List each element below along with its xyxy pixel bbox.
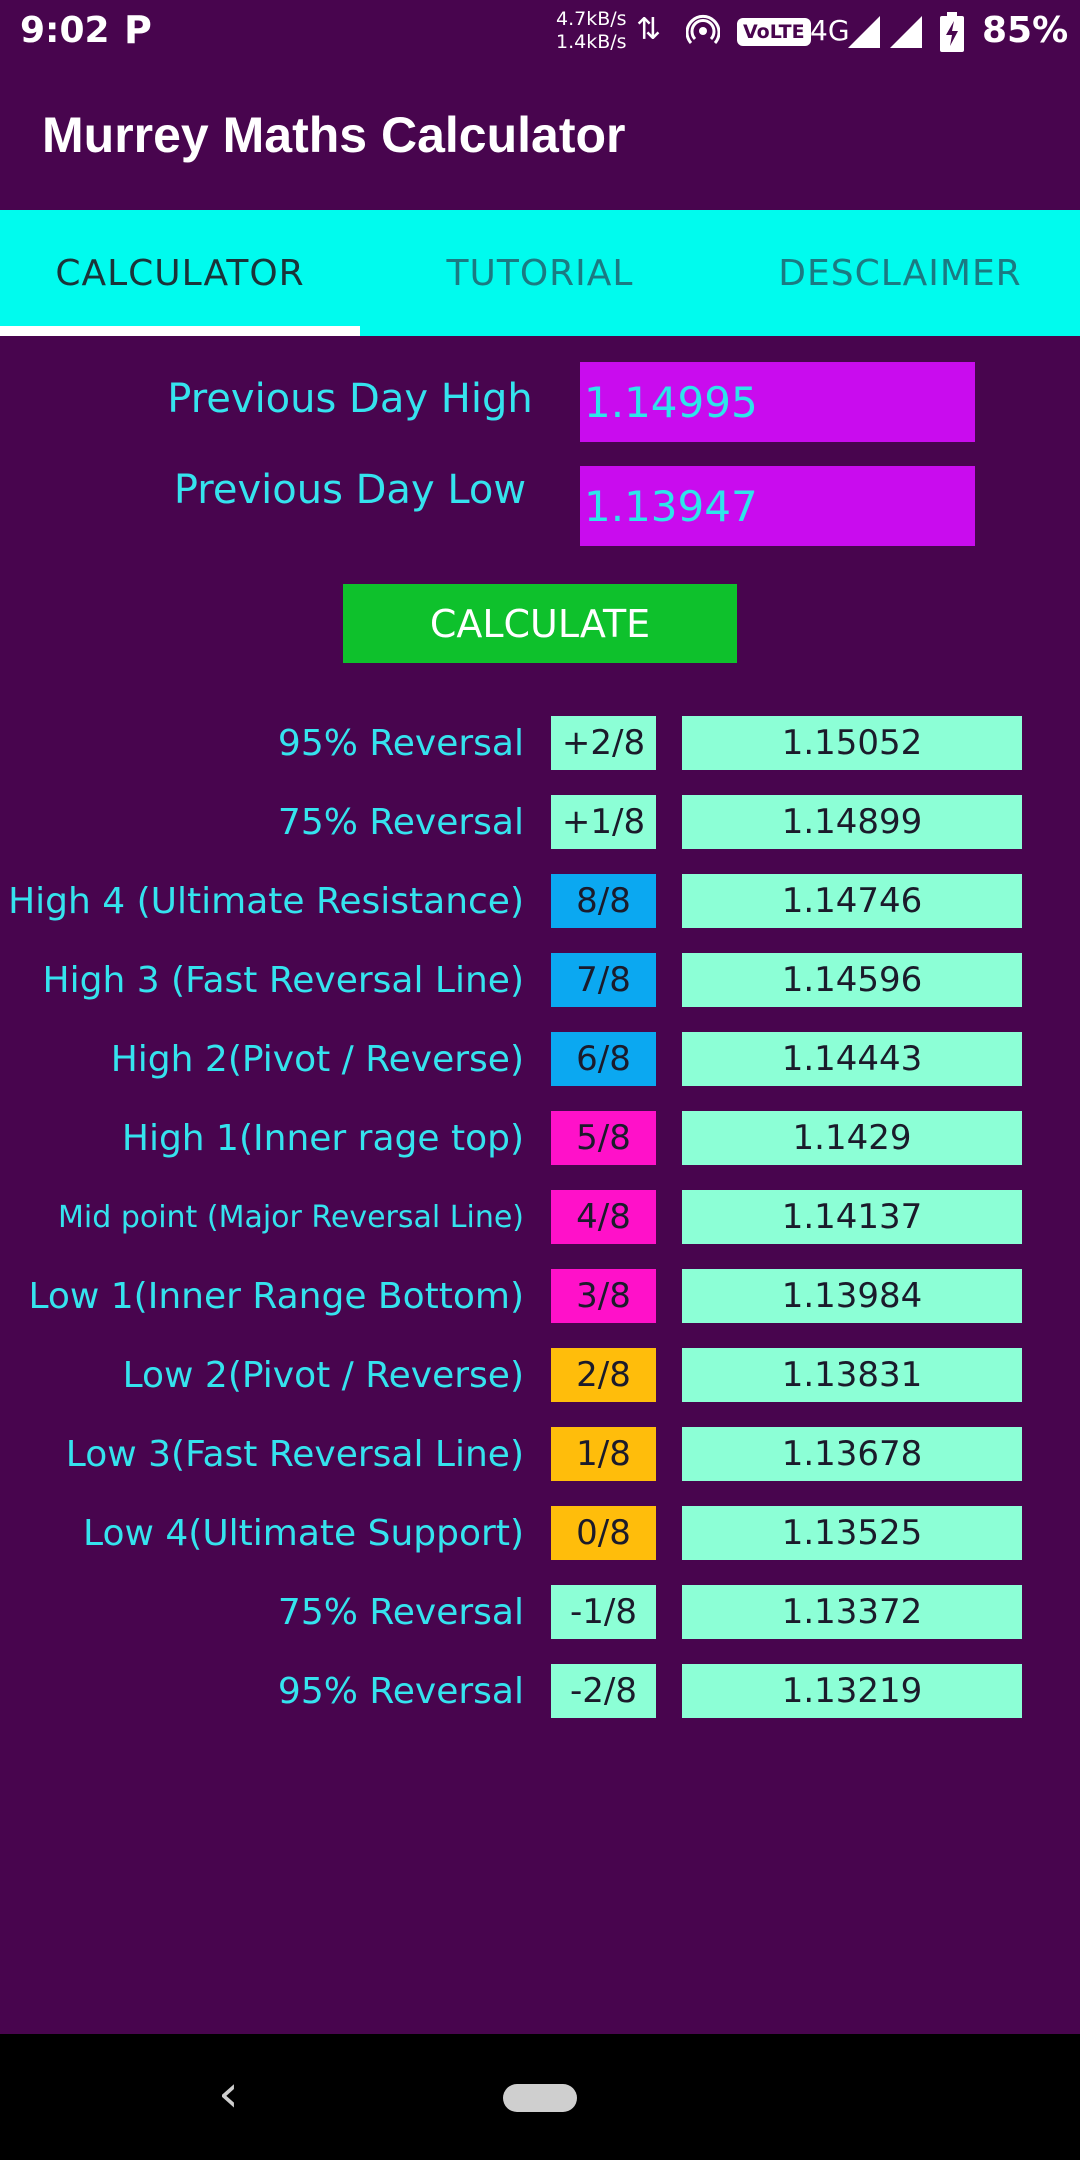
- tab-tutorial[interactable]: TUTORIAL: [360, 210, 720, 336]
- result-row: 75% Reversal +1/8 1.14899: [0, 795, 1080, 851]
- result-fraction-badge: 1/8: [551, 1427, 656, 1481]
- result-label: 75% Reversal: [277, 802, 524, 843]
- speed-up: 4.7kB/s: [556, 8, 627, 30]
- calculate-button[interactable]: CALCULATE: [343, 584, 737, 663]
- result-row: Low 3(Fast Reversal Line) 1/8 1.13678: [0, 1427, 1080, 1483]
- result-label: High 1(Inner rage top): [121, 1118, 524, 1159]
- result-label: 95% Reversal: [277, 723, 524, 764]
- result-value: 1.13678: [682, 1427, 1022, 1481]
- result-label: 75% Reversal: [277, 1592, 524, 1633]
- hotspot-icon: [686, 14, 720, 44]
- result-fraction-badge: 3/8: [551, 1269, 656, 1323]
- result-fraction-badge: -2/8: [551, 1664, 656, 1718]
- result-value: 1.14899: [682, 795, 1022, 849]
- navigation-bar: ‹: [0, 2034, 1080, 2160]
- result-label: Low 1(Inner Range Bottom): [28, 1276, 524, 1317]
- network-speed: 4.7kB/s 1.4kB/s: [556, 8, 627, 54]
- result-fraction-badge: 2/8: [551, 1348, 656, 1402]
- result-row: High 1(Inner rage top) 5/8 1.1429: [0, 1111, 1080, 1167]
- result-value: 1.14137: [682, 1190, 1022, 1244]
- result-label: Low 2(Pivot / Reverse): [122, 1355, 524, 1396]
- tab-disclaimer[interactable]: DESCLAIMER: [720, 210, 1080, 336]
- result-row: High 4 (Ultimate Resistance) 8/8 1.14746: [0, 874, 1080, 930]
- result-label: Low 3(Fast Reversal Line): [65, 1434, 524, 1475]
- result-row: High 3 (Fast Reversal Line) 7/8 1.14596: [0, 953, 1080, 1009]
- home-pill-icon[interactable]: [503, 2084, 577, 2112]
- active-tab-indicator: [0, 326, 360, 336]
- back-icon[interactable]: ‹: [218, 2064, 239, 2124]
- result-value: 1.14443: [682, 1032, 1022, 1086]
- result-fraction-badge: -1/8: [551, 1585, 656, 1639]
- result-row: High 2(Pivot / Reverse) 6/8 1.14443: [0, 1032, 1080, 1088]
- data-transfer-icon: ⇅: [636, 12, 662, 47]
- previous-day-high-input[interactable]: [580, 362, 975, 442]
- result-value: 1.13372: [682, 1585, 1022, 1639]
- volte-badge: VoLTE: [737, 18, 811, 46]
- result-fraction-badge: 0/8: [551, 1506, 656, 1560]
- signal-icon: [848, 16, 880, 48]
- result-label: High 4 (Ultimate Resistance): [8, 881, 524, 922]
- previous-day-low-input[interactable]: [580, 466, 975, 546]
- result-label: High 3 (Fast Reversal Line): [42, 960, 524, 1001]
- battery-charging-icon: [940, 12, 964, 52]
- app-title: Murrey Maths Calculator: [42, 107, 626, 163]
- battery-percent: 85%: [982, 10, 1069, 51]
- previous-day-low-label: Previous Day Low: [173, 467, 527, 513]
- signal-icon: [890, 16, 922, 48]
- result-row: 95% Reversal +2/8 1.15052: [0, 716, 1080, 772]
- result-value: 1.14746: [682, 874, 1022, 928]
- result-fraction-badge: +2/8: [551, 716, 656, 770]
- result-value: 1.15052: [682, 716, 1022, 770]
- result-fraction-badge: 5/8: [551, 1111, 656, 1165]
- tab-calculator[interactable]: CALCULATOR: [0, 210, 360, 336]
- tab-bar: CALCULATOR TUTORIAL DESCLAIMER: [0, 210, 1080, 336]
- result-label: High 2(Pivot / Reverse): [110, 1039, 524, 1080]
- result-row: Mid point (Major Reversal Line) 4/8 1.1413…: [0, 1190, 1080, 1246]
- result-value: 1.13831: [682, 1348, 1022, 1402]
- previous-day-high-label: Previous Day High: [167, 376, 533, 422]
- app-bar: Murrey Maths Calculator: [0, 66, 1080, 210]
- result-label: Mid point (Major Reversal Line): [58, 1200, 524, 1235]
- result-row: Low 2(Pivot / Reverse) 2/8 1.13831: [0, 1348, 1080, 1404]
- result-fraction-badge: 6/8: [551, 1032, 656, 1086]
- result-row: Low 4(Ultimate Support) 0/8 1.13525: [0, 1506, 1080, 1562]
- network-type: 4G: [810, 14, 850, 47]
- result-value: 1.13219: [682, 1664, 1022, 1718]
- result-fraction-badge: 4/8: [551, 1190, 656, 1244]
- result-fraction-badge: 8/8: [551, 874, 656, 928]
- speed-down: 1.4kB/s: [556, 31, 627, 53]
- result-fraction-badge: 7/8: [551, 953, 656, 1007]
- status-bar: 9:02 P 4.7kB/s 1.4kB/s ⇅ VoLTE 4G 85%: [0, 0, 1080, 66]
- notification-p-icon: P: [124, 8, 152, 52]
- result-row: 75% Reversal -1/8 1.13372: [0, 1585, 1080, 1641]
- result-value: 1.13984: [682, 1269, 1022, 1323]
- result-row: Low 1(Inner Range Bottom) 3/8 1.13984: [0, 1269, 1080, 1325]
- result-label: Low 4(Ultimate Support): [83, 1513, 524, 1554]
- result-value: 1.13525: [682, 1506, 1022, 1560]
- result-row: 95% Reversal -2/8 1.13219: [0, 1664, 1080, 1720]
- result-label: 95% Reversal: [277, 1671, 524, 1712]
- status-time: 9:02: [20, 10, 110, 51]
- result-value: 1.14596: [682, 953, 1022, 1007]
- result-value: 1.1429: [682, 1111, 1022, 1165]
- result-fraction-badge: +1/8: [551, 795, 656, 849]
